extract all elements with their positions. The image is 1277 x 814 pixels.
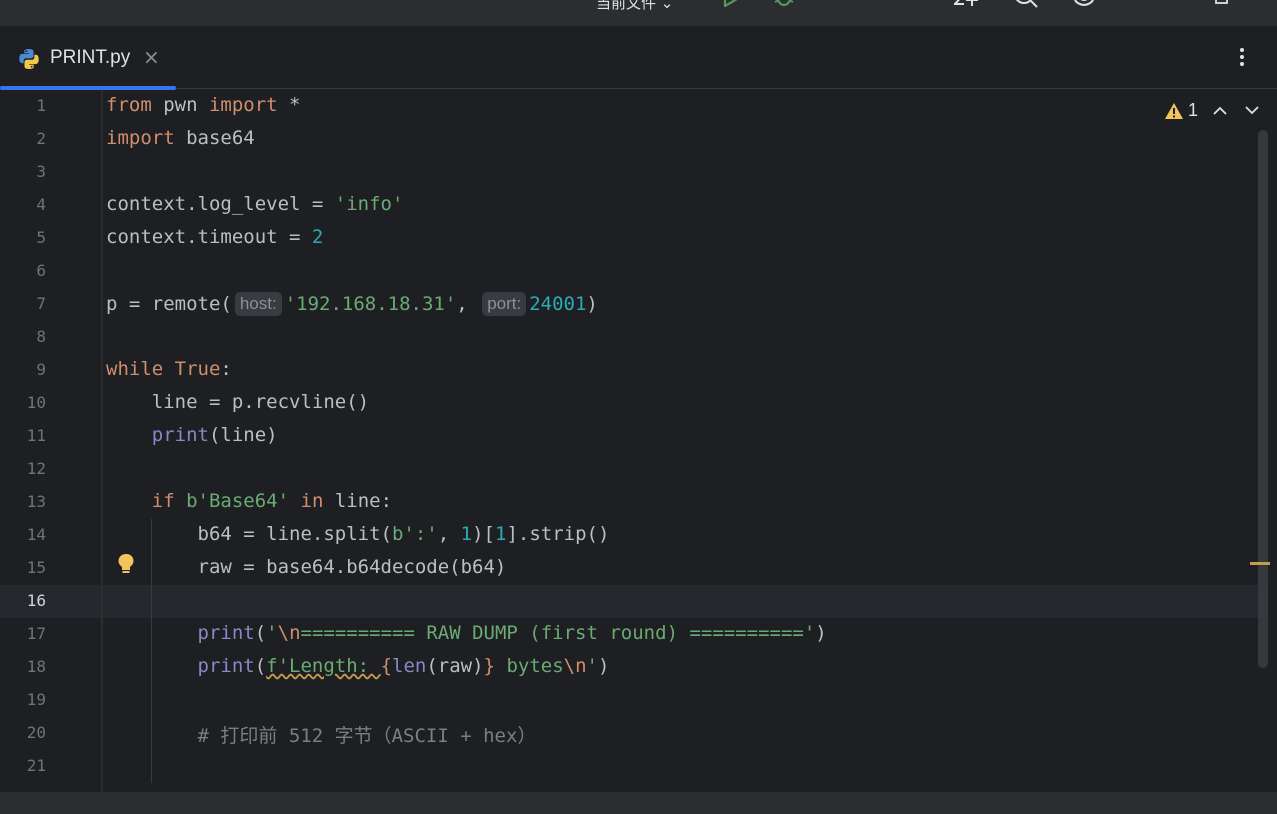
debug-icon[interactable]: [772, 0, 796, 10]
code-line[interactable]: 10 line = p.recvline(): [0, 387, 1250, 420]
code-line[interactable]: 11 print(line): [0, 420, 1250, 453]
code-line[interactable]: 6: [0, 255, 1250, 288]
code-line[interactable]: 1 from pwn import *: [0, 90, 1250, 123]
code-text: from pwn import *: [106, 94, 301, 116]
code-line[interactable]: 19: [0, 684, 1250, 717]
window-icon[interactable]: [1214, 0, 1230, 8]
code-line[interactable]: 21: [0, 750, 1250, 783]
code-line[interactable]: 12: [0, 453, 1250, 486]
code-text: context.log_level = 'info': [106, 193, 404, 215]
search-icon[interactable]: [1012, 0, 1040, 12]
line-number: 1: [36, 96, 46, 115]
code-text: raw = base64.b64decode(b64): [106, 556, 507, 578]
chevron-down-icon[interactable]: [1244, 104, 1260, 116]
code-line[interactable]: 20 # 打印前 512 字节（ASCII + hex）: [0, 717, 1250, 750]
code-text: p = remote(host: '192.168.18.31', port: 24…: [106, 292, 598, 316]
code-text: import base64: [106, 127, 255, 149]
line-number: 14: [26, 525, 46, 544]
code-text: print(line): [151, 424, 278, 446]
chevron-up-icon[interactable]: [1212, 104, 1228, 116]
code-line[interactable]: 8: [0, 321, 1250, 354]
code-line[interactable]: 14 b64 = line.split(b':', 1)[1].strip(): [0, 519, 1250, 552]
warning-stripe-marker[interactable]: [1250, 562, 1270, 565]
code-text: b64 = line.split(b':', 1)[1].strip(): [106, 523, 610, 545]
code-line[interactable]: 7 p = remote(host: '192.168.18.31', port:…: [0, 288, 1250, 321]
code-line[interactable]: 17 print('\n========== RAW DUMP (first r…: [0, 618, 1250, 651]
line-number: 16: [26, 591, 46, 610]
code-line[interactable]: 15 raw = base64.b64decode(b64): [0, 552, 1250, 585]
warning-icon: [1165, 103, 1183, 119]
python-icon: [19, 49, 39, 69]
run-icon[interactable]: [720, 0, 742, 10]
parameter-hint-port: port:: [482, 292, 527, 316]
line-number: 3: [36, 162, 46, 181]
line-number: 11: [26, 426, 46, 445]
line-number: 5: [36, 228, 46, 247]
line-number: 13: [26, 492, 46, 511]
run-configuration-selector[interactable]: 当前文件 ⌄: [596, 0, 673, 13]
code-text: print(f'Length: {len(raw)} bytes\n'): [197, 655, 610, 677]
line-number: 7: [36, 294, 46, 313]
code-editor[interactable]: 1 from pwn import * 2 import base64 3 4 …: [0, 90, 1277, 792]
line-number: 17: [26, 624, 46, 643]
close-icon[interactable]: ×: [143, 45, 160, 69]
code-line[interactable]: 13 if b'Base64' in line:: [0, 486, 1250, 519]
line-number: 19: [26, 690, 46, 709]
tab-print-py[interactable]: PRINT.py ×: [0, 26, 176, 90]
line-number: 20: [26, 723, 46, 742]
code-text: if b'Base64' in line:: [151, 490, 393, 512]
code-line[interactable]: 18 print(f'Length: {len(raw)} bytes\n'): [0, 651, 1250, 684]
code-line[interactable]: 5 context.timeout = 2: [0, 222, 1250, 255]
more-vertical-icon[interactable]: [1234, 44, 1250, 70]
code-text: context.timeout = 2: [106, 226, 324, 248]
settings-icon[interactable]: [1070, 0, 1098, 12]
line-number: 12: [26, 459, 46, 478]
code-line[interactable]: 9 while True:: [0, 354, 1250, 387]
vertical-scrollbar[interactable]: [1258, 130, 1268, 668]
line-number: 2: [36, 129, 46, 148]
line-number: 21: [26, 756, 46, 775]
lightbulb-icon[interactable]: [116, 552, 136, 576]
line-number: 6: [36, 261, 46, 280]
status-area: [0, 792, 1277, 814]
parameter-hint-host: host:: [234, 292, 282, 316]
line-number: 10: [26, 393, 46, 412]
main-toolbar: 当前文件 ⌄: [0, 0, 1277, 26]
warning-count: 1: [1188, 100, 1199, 120]
line-number: 18: [26, 657, 46, 676]
code-text: # 打印前 512 字节（ASCII + hex）: [197, 725, 537, 747]
line-number: 4: [36, 195, 46, 214]
code-line[interactable]: 3: [0, 156, 1250, 189]
line-number: 9: [36, 360, 46, 379]
more-actions-icon[interactable]: [830, 0, 840, 10]
code-text: while True:: [106, 358, 232, 380]
tab-label: PRINT.py: [50, 47, 131, 68]
line-number: 15: [26, 558, 46, 577]
code-line[interactable]: 2 import base64: [0, 123, 1250, 156]
code-text: line = p.recvline(): [106, 391, 370, 413]
add-user-icon[interactable]: [952, 0, 980, 12]
code-line-current[interactable]: 16: [0, 585, 1250, 618]
code-line[interactable]: 4 context.log_level = 'info': [0, 189, 1250, 222]
editor-tab-bar: PRINT.py ×: [0, 26, 1277, 90]
code-text: print('\n========== RAW DUMP (first roun…: [197, 622, 827, 644]
line-number: 8: [36, 327, 46, 346]
inspections-widget[interactable]: 1: [1164, 100, 1274, 122]
